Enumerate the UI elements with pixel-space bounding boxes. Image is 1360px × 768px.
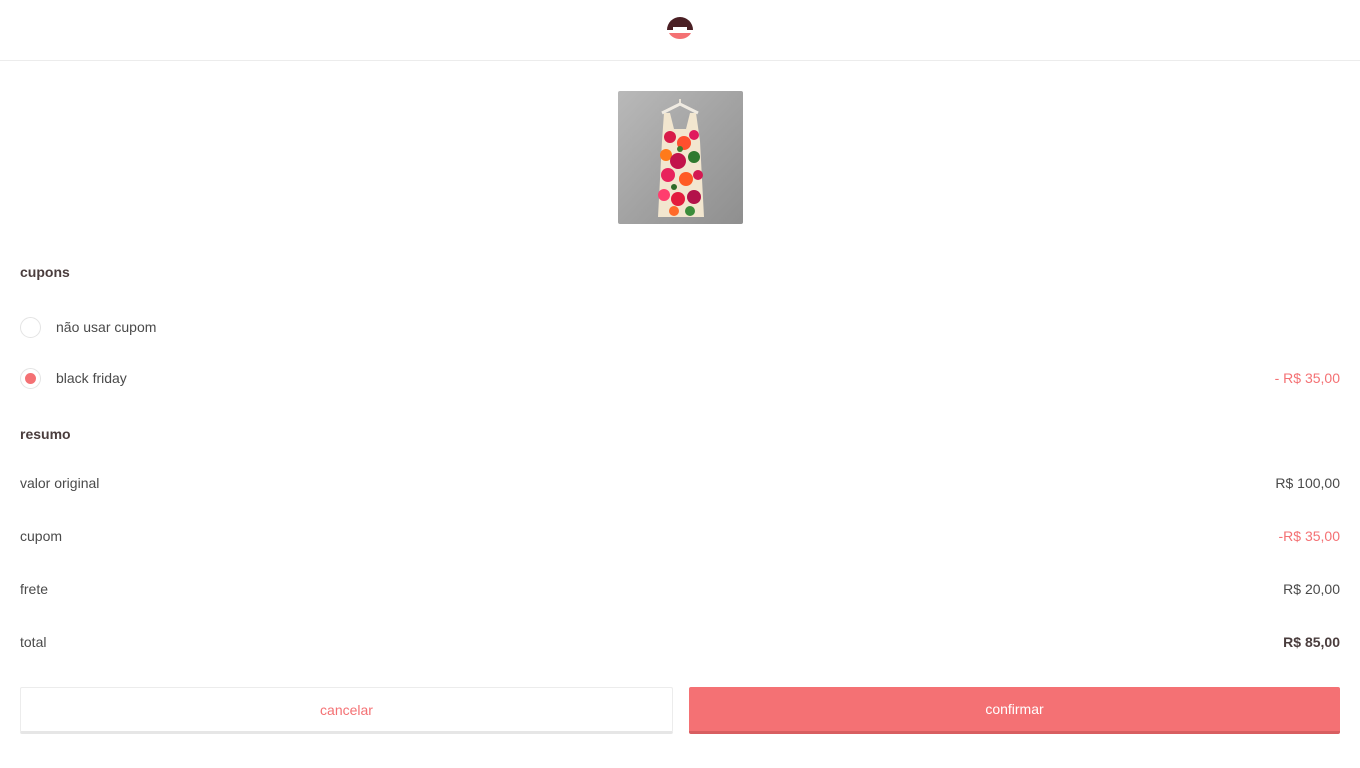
- summary-section-title: resumo: [20, 426, 71, 442]
- coupon-option-black-friday[interactable]: black friday - R$ 35,00: [20, 366, 1340, 390]
- summary-row-original-value: valor original R$ 100,00: [20, 475, 1340, 495]
- summary-value: R$ 20,00: [1283, 581, 1340, 597]
- coupon-discount: - R$ 35,00: [1274, 370, 1340, 386]
- summary-row-shipping: frete R$ 20,00: [20, 581, 1340, 601]
- coupon-radio-black-friday[interactable]: [20, 368, 41, 389]
- top-header: [0, 0, 1360, 61]
- cancel-button[interactable]: cancelar: [20, 687, 673, 734]
- brand-logo-icon[interactable]: [666, 16, 694, 44]
- coupon-label: não usar cupom: [56, 319, 157, 335]
- product-image: [618, 91, 743, 224]
- summary-label: valor original: [20, 475, 100, 491]
- summary-label: frete: [20, 581, 49, 597]
- summary-row-total: total R$ 85,00: [20, 634, 1340, 654]
- coupon-option-none[interactable]: não usar cupom: [20, 315, 1340, 339]
- coupon-label: black friday: [56, 370, 127, 386]
- summary-label: total: [20, 634, 47, 650]
- summary-label: cupom: [20, 528, 63, 544]
- summary-value: -R$ 35,00: [1278, 528, 1340, 544]
- coupons-section-title: cupons: [20, 264, 70, 280]
- summary-row-coupon: cupom -R$ 35,00: [20, 528, 1340, 548]
- confirm-button[interactable]: confirmar: [689, 687, 1340, 734]
- summary-value: R$ 100,00: [1275, 475, 1340, 491]
- summary-total-value: R$ 85,00: [1283, 634, 1340, 650]
- coupon-radio-none[interactable]: [20, 317, 41, 338]
- floral-dress-photo: [618, 91, 743, 224]
